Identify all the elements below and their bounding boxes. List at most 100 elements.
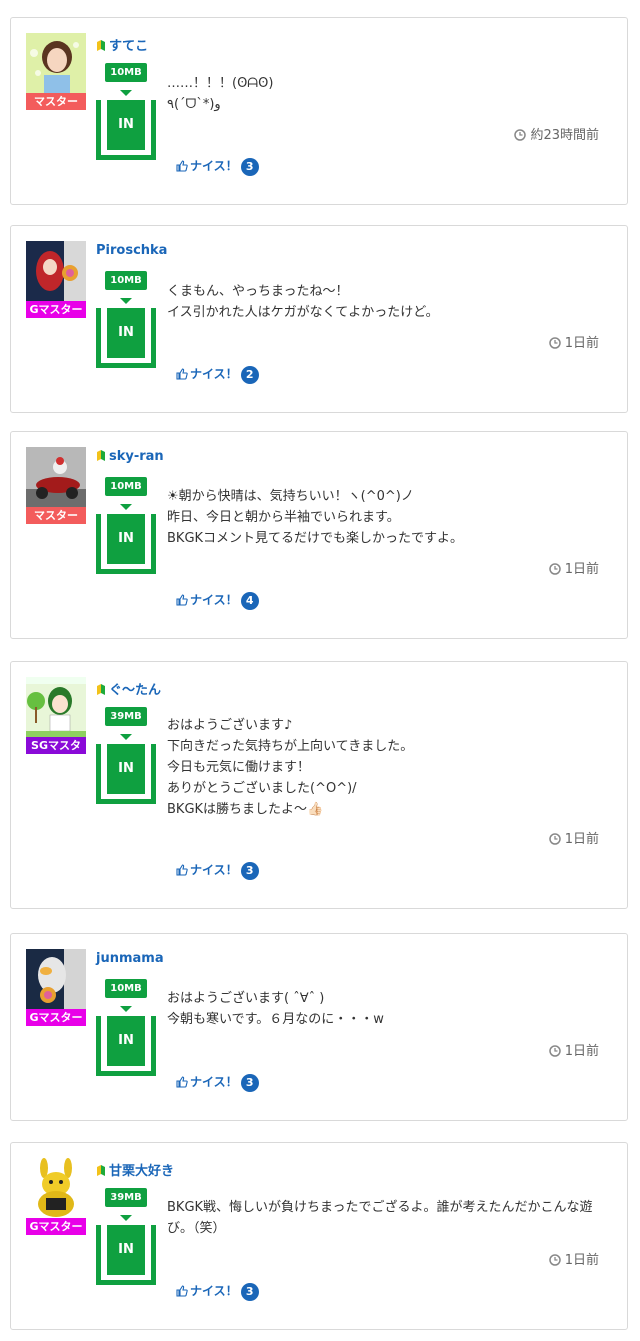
beginner-leaf-icon xyxy=(96,449,106,466)
status-indicator: IN xyxy=(107,1225,145,1275)
post-message: おはようございます( ˆ∀ˆ ) 今朝も寒いです。６月なのに・・・w xyxy=(167,991,384,1027)
user-name-link[interactable]: sky-ran xyxy=(96,449,164,466)
time-text: 1日前 xyxy=(564,1253,599,1268)
nice-count: 3 xyxy=(240,1283,259,1301)
nice-button[interactable]: ナイス！ 3 xyxy=(176,1073,259,1092)
data-arrow-icon xyxy=(120,1215,132,1221)
user-name-link[interactable]: junmama xyxy=(96,951,164,966)
post-time: 1日前 xyxy=(548,1040,599,1061)
status-frame: IN xyxy=(96,1016,156,1076)
post-message: ……！！！(ʘᗩʘ) ٩(ˊᗜˋ*)و xyxy=(167,76,274,112)
post-message: BKGK戦、悔しいが負けちまったでござるよ。誰が考えたんだかこんな遊び。（笑） xyxy=(167,1200,593,1236)
user-name: junmama xyxy=(96,951,164,966)
post-time: 1日前 xyxy=(548,828,599,849)
avatar[interactable] xyxy=(26,949,86,1009)
time-text: 1日前 xyxy=(564,832,599,847)
avatar-image xyxy=(26,447,86,507)
data-usage-badge: 10MB xyxy=(105,271,147,290)
thumbs-up-icon xyxy=(176,160,188,175)
nice-button[interactable]: ナイス！ 3 xyxy=(176,861,259,880)
status-indicator: IN xyxy=(107,1016,145,1066)
thumbs-up-icon xyxy=(176,864,188,879)
status-frame: IN xyxy=(96,514,156,574)
rank-badge: Gマスター xyxy=(26,301,86,318)
avatar[interactable] xyxy=(26,241,86,301)
clock-icon xyxy=(548,1254,561,1270)
clock-icon xyxy=(548,833,561,849)
data-arrow-icon xyxy=(120,734,132,740)
rank-badge: Gマスター xyxy=(26,1009,86,1026)
thumbs-up-icon xyxy=(176,1285,188,1300)
user-name-link[interactable]: Piroschka xyxy=(96,243,167,258)
rank-badge: マスター xyxy=(26,93,86,110)
nice-label: ナイス！ xyxy=(190,159,238,173)
rank-badge: Gマスター xyxy=(26,1218,86,1235)
nice-label: ナイス！ xyxy=(190,1284,238,1298)
data-usage-badge: 39MB xyxy=(105,1188,147,1207)
data-arrow-icon xyxy=(120,90,132,96)
post-card: Gマスター 甘栗大好き 39MB IN BKGK戦、悔しいが負けちまったでござる… xyxy=(10,1142,628,1330)
status-frame: IN xyxy=(96,100,156,160)
nice-button[interactable]: ナイス！ 2 xyxy=(176,365,259,384)
avatar-image xyxy=(26,241,86,301)
clock-icon xyxy=(514,129,527,145)
post-card: SGマスタ ぐ〜たん 39MB IN おはようございます♪ 下向きだった気持ちが… xyxy=(10,661,628,909)
post-card: マスター sky-ran 10MB IN ☀朝から快晴は、気持ちいい！ヽ(^0^… xyxy=(10,431,628,639)
avatar-image xyxy=(26,677,86,737)
avatar[interactable] xyxy=(26,677,86,737)
status-indicator: IN xyxy=(107,100,145,150)
data-arrow-icon xyxy=(120,504,132,510)
post-time: 1日前 xyxy=(548,1249,599,1270)
status-indicator: IN xyxy=(107,308,145,358)
data-arrow-icon xyxy=(120,298,132,304)
beginner-leaf-icon xyxy=(96,39,106,56)
rank-badge: SGマスタ xyxy=(26,737,86,754)
rank-badge: マスター xyxy=(26,507,86,524)
beginner-leaf-icon xyxy=(96,683,106,700)
thumbs-up-icon xyxy=(176,594,188,609)
time-text: 1日前 xyxy=(564,1044,599,1059)
avatar[interactable] xyxy=(26,1158,86,1218)
avatar[interactable] xyxy=(26,447,86,507)
avatar[interactable] xyxy=(26,33,86,93)
nice-button[interactable]: ナイス！ 3 xyxy=(176,157,259,176)
status-indicator: IN xyxy=(107,744,145,794)
user-name: Piroschka xyxy=(96,243,168,258)
clock-icon xyxy=(548,563,561,579)
data-arrow-icon xyxy=(120,1006,132,1012)
status-frame: IN xyxy=(96,308,156,368)
status-indicator: IN xyxy=(107,514,145,564)
nice-label: ナイス！ xyxy=(190,863,238,877)
data-usage-badge: 39MB xyxy=(105,707,147,726)
nice-count: 3 xyxy=(240,862,259,880)
user-name: すてこ xyxy=(109,39,149,54)
time-text: 1日前 xyxy=(564,336,599,351)
user-name-link[interactable]: すてこ xyxy=(96,35,148,56)
post-message: おはようございます♪ 下向きだった気持ちが上向いてきました。 今日も元気に働けま… xyxy=(167,718,414,817)
post-card: Gマスター Piroschka 10MB IN くまもん、やっちまったね〜！ イ… xyxy=(10,225,628,413)
data-usage-badge: 10MB xyxy=(105,477,147,496)
data-usage-badge: 10MB xyxy=(105,979,147,998)
post-time: 約23時間前 xyxy=(514,124,599,145)
thumbs-up-icon xyxy=(176,368,188,383)
avatar-image xyxy=(26,949,86,1009)
time-text: 1日前 xyxy=(564,562,599,577)
post-message: ☀朝から快晴は、気持ちいい！ヽ(^0^)ノ 昨日、今日と朝から半袖でいられます。… xyxy=(167,489,464,546)
nice-count: 3 xyxy=(240,1074,259,1092)
time-text: 約23時間前 xyxy=(530,128,599,143)
user-name-link[interactable]: 甘栗大好き xyxy=(96,1160,174,1181)
nice-button[interactable]: ナイス！ 3 xyxy=(176,1282,259,1301)
nice-label: ナイス！ xyxy=(190,593,238,607)
post-card: マスター すてこ 10MB IN ……！！！(ʘᗩʘ) ٩(ˊᗜˋ*)و 約23… xyxy=(10,17,628,205)
nice-button[interactable]: ナイス！ 4 xyxy=(176,591,259,610)
thumbs-up-icon xyxy=(176,1076,188,1091)
status-frame: IN xyxy=(96,744,156,804)
user-name: sky-ran xyxy=(109,449,164,464)
clock-icon xyxy=(548,1045,561,1061)
user-name: 甘栗大好き xyxy=(109,1164,175,1179)
post-time: 1日前 xyxy=(548,558,599,579)
clock-icon xyxy=(548,337,561,353)
beginner-leaf-icon xyxy=(96,1164,106,1181)
nice-count: 4 xyxy=(240,592,259,610)
user-name-link[interactable]: ぐ〜たん xyxy=(96,679,161,700)
